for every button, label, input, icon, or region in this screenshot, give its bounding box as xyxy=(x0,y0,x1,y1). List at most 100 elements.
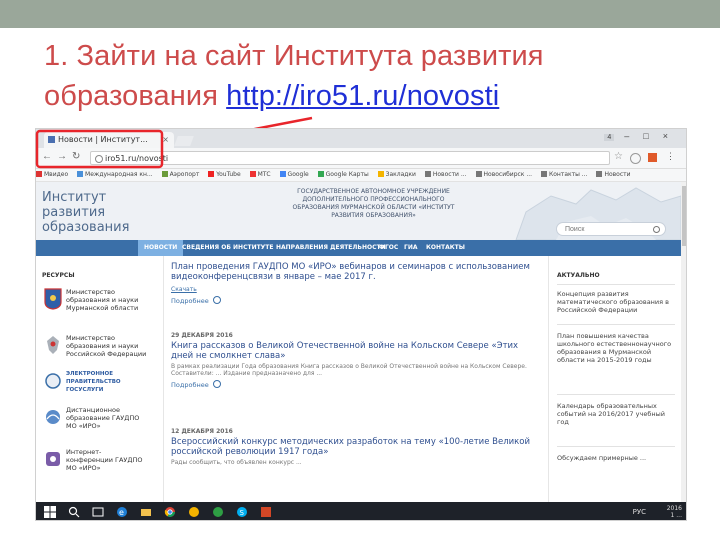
site-logo[interactable]: Институт развития образования xyxy=(42,190,162,235)
gosuslugi-logo-icon xyxy=(45,373,61,389)
news-body: Рады сообщить, что объявлен конкурс ... xyxy=(171,459,302,466)
language-indicator[interactable]: РУС xyxy=(633,508,646,516)
svg-text:e: e xyxy=(119,508,124,517)
bookmark-item[interactable]: Новости xyxy=(596,169,631,181)
resource-item[interactable]: ЭЛЕКТРОННОЕ ПРАВИТЕЛЬСТВО ГОСУСЛУГИ xyxy=(42,368,160,398)
maximize-icon[interactable]: □ xyxy=(643,131,662,141)
news-title[interactable]: Книга рассказов о Великой Отечественной … xyxy=(171,341,541,361)
back-icon[interactable]: ← xyxy=(42,151,52,162)
menu-news[interactable]: НОВОСТИ xyxy=(138,240,184,256)
windows-start-icon[interactable] xyxy=(44,506,56,518)
window-badge: 4 xyxy=(604,134,615,141)
menu-contacts[interactable]: КОНТАКТЫ xyxy=(426,240,465,256)
close-tab-icon[interactable]: × xyxy=(162,132,169,148)
new-tab-button[interactable] xyxy=(174,136,194,146)
resource-text: Министерство образования и науки Мурманс… xyxy=(66,288,139,312)
bookmark-item[interactable]: Аэропорт xyxy=(161,169,199,181)
tab-strip: Новости | Институт... × 4 –□× xyxy=(36,129,686,148)
news-download-link[interactable]: Скачать xyxy=(171,286,541,293)
actual-item[interactable]: План повышения качества школьного естест… xyxy=(557,332,677,364)
menu-directions[interactable]: НАПРАВЛЕНИЯ ДЕЯТЕЛЬНОСТИ xyxy=(276,240,386,256)
news-title[interactable]: Всероссийский конкурс методических разра… xyxy=(171,437,541,457)
website: Институт развития образования ГОСУДАРСТВ… xyxy=(36,182,681,502)
file-explorer-icon[interactable] xyxy=(140,506,152,518)
search-icon[interactable] xyxy=(653,226,660,233)
yandex-icon[interactable] xyxy=(188,506,200,518)
edge-browser-icon[interactable]: e xyxy=(116,506,128,518)
menu-icon[interactable]: ⋮ xyxy=(666,152,675,161)
menu-gia[interactable]: ГИА xyxy=(404,240,418,256)
bookmark-item[interactable]: Новосибирск ... xyxy=(475,169,532,181)
resources-heading: РЕСУРСЫ xyxy=(42,272,75,279)
close-window-icon[interactable]: × xyxy=(663,131,682,141)
resource-text: Интернет-конференции ГАУДПО МО «ИРО» xyxy=(66,448,143,472)
address-bar[interactable]: iro51.ru/novosti xyxy=(90,151,610,165)
bookmark-item[interactable]: YouTube xyxy=(208,169,241,181)
windows-taskbar: e S РУС 2016 1 ... xyxy=(36,502,686,520)
extension-pdf-icon[interactable] xyxy=(648,153,657,162)
svg-text:S: S xyxy=(240,509,245,517)
skype-icon[interactable]: S xyxy=(236,506,248,518)
bookmark-item[interactable]: Google xyxy=(279,169,309,181)
address-text: iro51.ru/novosti xyxy=(105,154,169,163)
news-item: 29 ДЕКАБРЯ 2016 Книга рассказов о Велико… xyxy=(171,332,541,389)
info-icon xyxy=(95,155,103,163)
clock[interactable]: 2016 1 ... xyxy=(667,505,682,519)
resource-text: Министерство образования и науки Российс… xyxy=(66,334,147,358)
favicon-icon xyxy=(48,136,55,143)
messenger-icon[interactable] xyxy=(212,506,224,518)
reload-icon[interactable]: ↻ xyxy=(72,151,80,162)
site-search-input[interactable]: Поиск xyxy=(556,222,666,236)
minimize-icon[interactable]: – xyxy=(624,131,643,141)
actual-heading: АКТУАЛЬНО xyxy=(557,272,600,279)
news-date: 29 ДЕКАБРЯ 2016 xyxy=(171,332,233,339)
tab-title: Новости | Институт... xyxy=(58,135,148,144)
address-row: ← → ↻ iro51.ru/novosti ☆ ⋮ xyxy=(36,148,686,169)
task-view-icon[interactable] xyxy=(92,506,104,518)
resource-item[interactable]: Министерство образования и науки Российс… xyxy=(42,332,160,362)
search-placeholder: Поиск xyxy=(565,226,585,233)
news-date: 12 ДЕКАБРЯ 2016 xyxy=(171,428,233,435)
divider xyxy=(557,394,675,395)
actual-item[interactable]: Концепция развития математического образ… xyxy=(557,290,677,314)
divider xyxy=(557,446,675,447)
bookmark-item[interactable]: Новости ... xyxy=(424,169,467,181)
browser-screenshot: Новости | Институт... × 4 –□× ← → ↻ iro51… xyxy=(35,128,687,521)
actual-item[interactable]: Календарь образовательных событий на 201… xyxy=(557,402,677,426)
resource-item[interactable]: Министерство образования и науки Мурманс… xyxy=(42,286,160,316)
news-more-link[interactable]: Подробнее xyxy=(171,380,541,389)
forward-icon[interactable]: → xyxy=(57,151,67,162)
bookmark-item[interactable]: Google Карты xyxy=(317,169,369,181)
search-icon[interactable] xyxy=(68,506,80,518)
bookmark-item[interactable]: Закладки xyxy=(377,169,416,181)
browser-tab[interactable]: Новости | Институт... × xyxy=(44,132,174,148)
menu-fgos[interactable]: ФГОС xyxy=(379,240,398,256)
resource-text: ЭЛЕКТРОННОЕ ПРАВИТЕЛЬСТВО ГОСУСЛУГИ xyxy=(66,371,121,393)
bookmark-item[interactable]: МТС xyxy=(249,169,271,181)
distance-education-icon xyxy=(46,410,60,424)
site-menu: НОВОСТИ СВЕДЕНИЯ ОБ ИНСТИТУТЕ НАПРАВЛЕНИ… xyxy=(36,240,681,256)
powerpoint-icon[interactable] xyxy=(260,506,272,518)
bookmark-item[interactable]: Международная кн... xyxy=(77,169,153,181)
site-header-text: ГОСУДАРСТВЕННОЕ АВТОНОМНОЕ УЧРЕЖДЕНИЕ ДО… xyxy=(292,188,455,219)
news-more-link[interactable]: Подробнее xyxy=(171,296,541,305)
menu-about[interactable]: СВЕДЕНИЯ ОБ ИНСТИТУТЕ xyxy=(182,240,274,256)
divider xyxy=(557,284,675,285)
site-content: РЕСУРСЫ Министерство образования и науки… xyxy=(36,256,681,502)
bookmark-item[interactable]: Мвидео xyxy=(36,169,68,181)
scrollbar-thumb[interactable] xyxy=(682,186,686,246)
site-banner: Институт развития образования ГОСУДАРСТВ… xyxy=(36,182,681,240)
arrow-circle-icon xyxy=(212,296,221,304)
page-scrollbar[interactable] xyxy=(681,182,686,502)
bookmark-star-icon[interactable]: ☆ xyxy=(614,151,623,162)
internet-conference-icon xyxy=(46,452,60,466)
resource-item[interactable]: Дистанционное образование ГАУДПО МО «ИРО… xyxy=(42,404,160,434)
bookmarks-bar: Мвидео Международная кн... Аэропорт YouT… xyxy=(36,169,686,182)
chrome-icon[interactable] xyxy=(164,506,176,518)
extension-icon[interactable] xyxy=(630,153,641,164)
news-item: 12 ДЕКАБРЯ 2016 Всероссийский конкурс ме… xyxy=(171,428,541,466)
resource-item[interactable]: Интернет-конференции ГАУДПО МО «ИРО» xyxy=(42,446,160,476)
actual-item[interactable]: Обсуждаем примерные ... xyxy=(557,454,677,462)
bookmark-item[interactable]: Контакты ... xyxy=(541,169,588,181)
news-title[interactable]: План проведения ГАУДПО МО «ИРО» вебинаро… xyxy=(171,262,541,282)
